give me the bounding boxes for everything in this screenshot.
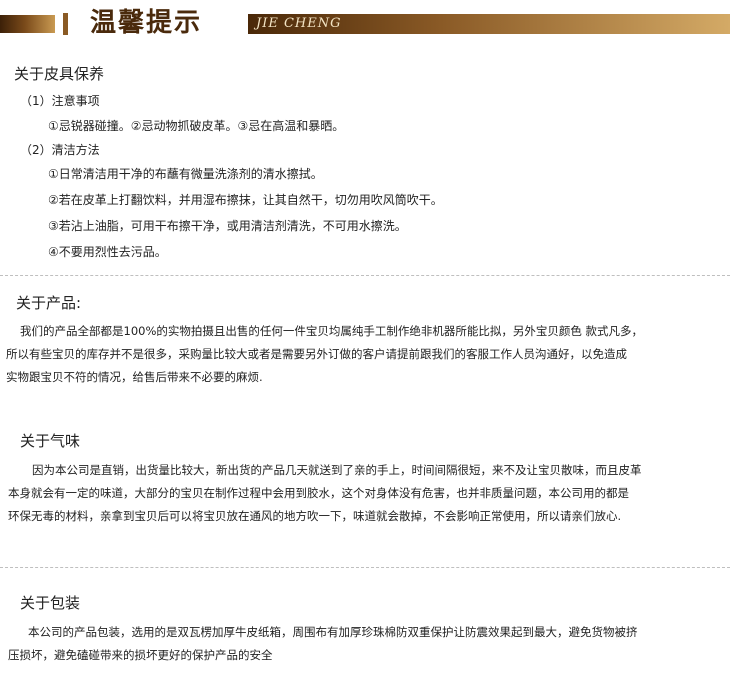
care-step: ③若沾上油脂，可用干布擦干净，或用清洁剂清洗，不可用水擦洗。 xyxy=(48,219,407,233)
section-divider xyxy=(0,567,730,568)
section-title-smell: 关于气味 xyxy=(20,432,81,450)
smell-line: 因为本公司是直销，出货量比较大，新出货的产品几天就送到了亲的手上，时间间隔很短，… xyxy=(32,463,642,477)
care-subheading-notes: （1）注意事项 xyxy=(20,94,100,108)
section-divider xyxy=(0,275,730,276)
packaging-paragraph: 本公司的产品包装，选用的是双瓦楞加厚牛皮纸箱，周围布有加厚珍珠棉防双重保护让防震… xyxy=(8,621,638,667)
care-step: ①日常清洁用干净的布蘸有微量洗涤剂的清水擦拭。 xyxy=(48,167,323,181)
header-accent-mark xyxy=(63,13,68,35)
section-title-packaging: 关于包装 xyxy=(20,594,81,612)
section-title-product: 关于产品: xyxy=(16,294,82,312)
packaging-line: 本公司的产品包装，选用的是双瓦楞加厚牛皮纸箱，周围布有加厚珍珠棉防双重保护让防震… xyxy=(28,625,638,639)
product-paragraph: 我们的产品全部都是100%的实物拍摄且出售的任何一件宝贝均属纯手工制作绝非机器所… xyxy=(6,320,643,389)
product-line: 我们的产品全部都是100%的实物拍摄且出售的任何一件宝贝均属纯手工制作绝非机器所… xyxy=(20,324,644,338)
header-bar-left xyxy=(0,15,55,33)
packaging-line: 压损坏，避免磕碰带来的损坏更好的保护产品的安全 xyxy=(8,648,273,662)
smell-line: 环保无毒的材料，亲拿到宝贝后可以将宝贝放在通风的地方吹一下，味道就会散掉，不会影… xyxy=(8,509,622,523)
header-subtitle: JIE CHENG xyxy=(256,16,342,31)
product-line: 所以有些宝贝的库存并不是很多，采购量比较大或者是需要另外订做的客户请提前跟我们的… xyxy=(6,347,627,361)
smell-line: 本身就会有一定的味道，大部分的宝贝在制作过程中会用到胶水，这个对身体没有危害，也… xyxy=(8,486,629,500)
page-title: 温馨提示 xyxy=(90,8,203,38)
care-notes-item: ①忌锐器碰撞。②忌动物抓破皮革。③忌在高温和暴晒。 xyxy=(48,119,345,133)
care-step: ④不要用烈性去污品。 xyxy=(48,245,167,259)
product-line: 实物跟宝贝不符的情况，给售后带来不必要的麻烦. xyxy=(6,370,263,384)
care-subheading-cleaning: （2）清洁方法 xyxy=(20,143,100,157)
header-bar-right: JIE CHENG xyxy=(248,14,730,34)
section-title-care: 关于皮具保养 xyxy=(14,65,105,83)
care-step: ②若在皮革上打翻饮料，并用湿布擦抹，让其自然干，切勿用吹风筒吹干。 xyxy=(48,193,443,207)
smell-paragraph: 因为本公司是直销，出货量比较大，新出货的产品几天就送到了亲的手上，时间间隔很短，… xyxy=(8,459,642,528)
header-banner: 温馨提示 JIE CHENG xyxy=(0,0,730,48)
